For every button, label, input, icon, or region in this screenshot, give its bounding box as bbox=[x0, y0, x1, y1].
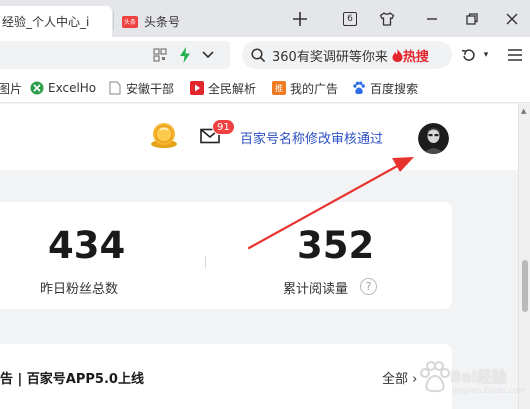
baidu-jingyan-watermark: Bai经验 jingyan.baidu.com bbox=[418, 352, 526, 402]
coin-icon[interactable] bbox=[149, 120, 179, 150]
hot-search-text: 热搜 bbox=[402, 49, 429, 65]
play-icon bbox=[190, 81, 204, 95]
tab-toutiao[interactable]: 头条 头条号 bbox=[114, 6, 264, 37]
help-icon[interactable]: ? bbox=[360, 278, 377, 295]
speed-bolt-icon[interactable] bbox=[175, 45, 195, 65]
minimize-icon[interactable] bbox=[420, 7, 444, 31]
bookmark-my-ads[interactable]: 推 我的广告 bbox=[272, 73, 344, 103]
restore-window-icon[interactable] bbox=[460, 7, 484, 31]
bookmark-baidu[interactable]: 百度搜索 bbox=[352, 73, 432, 103]
tab-label: 经验_个人中心_i bbox=[2, 15, 90, 29]
close-window-icon[interactable] bbox=[500, 7, 524, 31]
bookmark-label: ExcelHo bbox=[48, 81, 97, 95]
bookmark-label: 安徽干部 bbox=[126, 81, 175, 96]
ad-icon: 推 bbox=[272, 81, 286, 95]
bookmarks-bar: 图片 ExcelHo 安徽干部 全民解析 推 我的广告 百度搜索 bbox=[0, 73, 530, 103]
all-link-label: 全部 bbox=[382, 372, 409, 387]
stats-card: 434 昨日粉丝总数 352 累计阅读量 ? bbox=[0, 202, 452, 309]
page-icon bbox=[108, 81, 122, 95]
watermark-url: jingyan.baidu.com bbox=[452, 386, 526, 395]
caret-down-icon[interactable]: ▾ bbox=[480, 45, 492, 65]
new-tab-plus-icon[interactable] bbox=[288, 7, 312, 31]
flame-icon bbox=[392, 48, 403, 62]
skin-shirt-icon[interactable] bbox=[375, 7, 399, 31]
search-icon bbox=[250, 47, 266, 63]
menu-icon[interactable] bbox=[505, 45, 525, 65]
fans-count: 434 bbox=[48, 224, 126, 267]
excel-icon bbox=[30, 81, 44, 95]
qrcode-icon[interactable] bbox=[150, 45, 170, 65]
reads-label: 累计阅读量 bbox=[283, 282, 349, 297]
bookmark-label: 全民解析 bbox=[208, 81, 257, 96]
undo-back-icon[interactable] bbox=[458, 45, 478, 65]
announcement-text[interactable]: 告 | 百家号APP5.0上线 bbox=[0, 368, 144, 387]
bookmark-quanmin[interactable]: 全民解析 bbox=[190, 73, 262, 103]
message-count-badge: 91 bbox=[212, 119, 235, 135]
url-input[interactable] bbox=[0, 41, 230, 69]
stats-divider bbox=[205, 256, 206, 268]
search-suggestion-text: 360有奖调研等你来 bbox=[272, 49, 388, 65]
watermark-text: Bai经验 bbox=[450, 368, 507, 386]
scroll-up-arrow-icon[interactable]: ▲ bbox=[521, 107, 526, 115]
fans-label: 昨日粉丝总数 bbox=[40, 282, 119, 297]
baidu-paw-icon bbox=[352, 81, 366, 95]
toutiao-logo-icon: 头条 bbox=[122, 15, 138, 28]
bookmark-label: 图片 bbox=[0, 81, 22, 96]
paw-watermark-icon bbox=[420, 361, 450, 393]
reads-count: 352 bbox=[297, 224, 375, 267]
avatar[interactable] bbox=[418, 123, 449, 154]
bookmark-images[interactable]: 图片 bbox=[0, 73, 22, 103]
bookmark-label: 百度搜索 bbox=[370, 81, 419, 96]
tab-count: 6 bbox=[343, 12, 357, 26]
address-bar: 360有奖调研等你来 热搜 ▾ bbox=[0, 37, 530, 73]
hot-search-label[interactable]: 热搜 bbox=[392, 46, 429, 65]
tab-jingyan[interactable]: 经验_个人中心_i bbox=[0, 6, 112, 37]
tab-bar: 经验_个人中心_i 头条 头条号 6 bbox=[0, 0, 530, 37]
bookmark-anhui[interactable]: 安徽干部 bbox=[108, 73, 180, 103]
bookmark-label: 我的广告 bbox=[290, 81, 339, 96]
scrollbar-thumb[interactable] bbox=[522, 260, 528, 312]
tab-label: 头条号 bbox=[144, 15, 181, 29]
search-input[interactable]: 360有奖调研等你来 热搜 bbox=[242, 41, 452, 69]
page-header: 91 百家号名称修改审核通过 bbox=[0, 104, 518, 170]
announcement-bar: 告 | 百家号APP5.0上线 全部 › bbox=[0, 344, 452, 409]
tab-count-button[interactable]: 6 bbox=[338, 7, 362, 31]
bookmark-excelhome[interactable]: ExcelHo bbox=[30, 73, 98, 103]
chevron-down-icon[interactable] bbox=[198, 45, 218, 65]
notice-link[interactable]: 百家号名称修改审核通过 bbox=[240, 128, 383, 147]
all-announcements-link[interactable]: 全部 › bbox=[382, 368, 417, 387]
chevron-right-icon: › bbox=[408, 372, 418, 387]
